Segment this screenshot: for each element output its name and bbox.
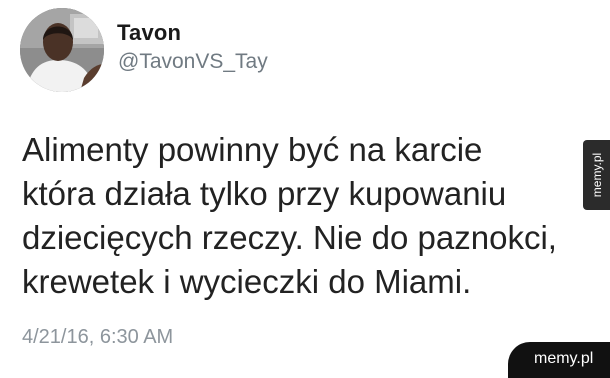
corner-watermark: memy.pl xyxy=(508,342,610,378)
side-watermark: memy.pl xyxy=(583,140,610,210)
tweet-timestamp[interactable]: 4/21/16, 6:30 AM xyxy=(22,326,173,349)
display-name[interactable]: Tavon xyxy=(117,20,181,46)
user-handle[interactable]: @TavonVS_Tay xyxy=(118,50,268,74)
tweet-text-line: krewetek i wycieczki do Miami. xyxy=(22,263,472,300)
tweet-text-line: dziecięcych rzeczy. Nie do paznokci, xyxy=(22,219,557,256)
avatar-photo xyxy=(20,8,104,92)
corner-watermark-label: memy.pl xyxy=(534,350,594,367)
avatar[interactable] xyxy=(20,8,104,92)
tweet-text-line: która działa tylko przy kupowaniu xyxy=(22,175,507,212)
tweet-text: Alimenty powinny być na karcie która dzi… xyxy=(22,128,582,304)
tweet-card: Tavon @TavonVS_Tay Alimenty powinny być … xyxy=(0,0,610,378)
side-watermark-label: memy.pl xyxy=(589,152,604,198)
tweet-text-line: Alimenty powinny być na karcie xyxy=(22,131,483,168)
